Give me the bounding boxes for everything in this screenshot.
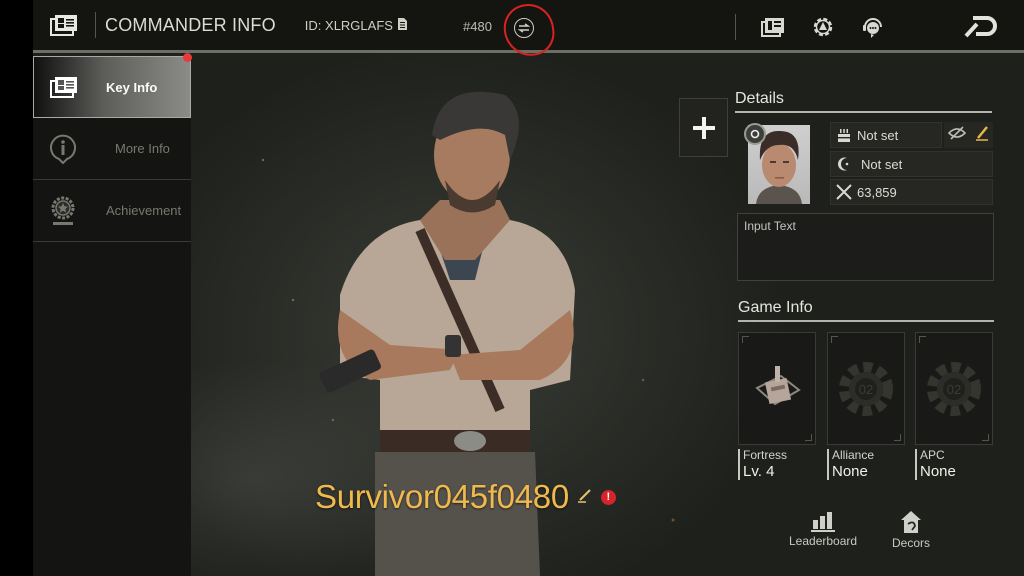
svg-text:02: 02 bbox=[947, 382, 961, 397]
leaderboard-icon bbox=[811, 512, 836, 532]
news-icon bbox=[761, 17, 784, 37]
tab-more-info[interactable]: More Info bbox=[33, 118, 191, 180]
fortress-icon bbox=[755, 365, 801, 405]
copy-icon[interactable] bbox=[397, 17, 408, 34]
zodiac-row: Not set bbox=[830, 151, 993, 177]
page-title: COMMANDER INFO bbox=[105, 14, 276, 35]
info-icon bbox=[33, 133, 93, 165]
support-button[interactable] bbox=[848, 7, 898, 47]
power-row: 63,859 bbox=[830, 179, 993, 205]
svg-text:02: 02 bbox=[859, 382, 873, 397]
header-bar: COMMANDER INFO ID: XLRGLAFS #480 bbox=[33, 0, 1024, 53]
tab-label: More Info bbox=[115, 141, 170, 156]
birthday-value: Not set bbox=[857, 127, 899, 143]
tab-label: Key Info bbox=[106, 79, 158, 95]
zodiac-value: Not set bbox=[861, 156, 903, 172]
game-info-rule bbox=[738, 320, 994, 322]
player-name: Survivor045f0480 bbox=[315, 478, 569, 515]
warning-icon[interactable]: ! bbox=[600, 489, 616, 505]
player-name-row: Survivor045f0480 ! bbox=[315, 478, 616, 516]
swap-server-icon[interactable] bbox=[514, 18, 534, 38]
alliance-label: Alliance bbox=[832, 448, 875, 462]
crossed-swords-icon bbox=[831, 183, 857, 201]
tab-label: Achievement bbox=[106, 203, 182, 218]
header-divider bbox=[95, 12, 96, 38]
birthday-row: Not set bbox=[830, 122, 942, 148]
edit-name-icon[interactable] bbox=[577, 487, 593, 508]
id-card-icon bbox=[34, 76, 94, 98]
back-button[interactable] bbox=[950, 7, 1010, 47]
alliance-card[interactable]: 02 bbox=[827, 332, 905, 445]
tab-key-info[interactable]: Key Info bbox=[33, 53, 192, 118]
bio-placeholder: Input Text bbox=[744, 219, 796, 233]
game-info-title: Game Info bbox=[738, 299, 813, 316]
support-icon bbox=[863, 17, 882, 38]
decors-icon bbox=[901, 511, 921, 533]
details-rule bbox=[735, 111, 992, 113]
leaderboard-label: Leaderboard bbox=[789, 534, 858, 548]
birthday-actions bbox=[944, 122, 993, 148]
apc-info: APC None bbox=[915, 448, 956, 481]
leaderboard-button[interactable]: Leaderboard bbox=[789, 510, 857, 548]
id-card-icon bbox=[33, 0, 95, 52]
settings-button[interactable] bbox=[798, 7, 848, 47]
back-icon bbox=[964, 15, 997, 37]
apc-card[interactable]: 02 bbox=[915, 332, 993, 445]
commander-id[interactable]: ID: XLRGLAFS bbox=[305, 17, 408, 34]
moon-icon bbox=[831, 156, 857, 172]
header-divider bbox=[735, 13, 736, 40]
medal-icon bbox=[33, 196, 93, 226]
server-number: #480 bbox=[463, 19, 492, 34]
hidden-eye-icon[interactable] bbox=[948, 125, 967, 145]
plus-icon bbox=[692, 116, 715, 139]
settings-icon bbox=[813, 17, 833, 36]
fortress-label: Fortress bbox=[743, 448, 788, 462]
fortress-info: Fortress Lv. 4 bbox=[738, 448, 788, 481]
power-value: 63,859 bbox=[857, 184, 897, 200]
apc-gear-icon: 02 bbox=[927, 361, 981, 416]
add-button[interactable] bbox=[679, 98, 728, 157]
fortress-value: Lv. 4 bbox=[743, 462, 775, 480]
alliance-info: Alliance None bbox=[827, 448, 875, 481]
news-button[interactable] bbox=[748, 7, 798, 47]
decors-button[interactable]: Decors bbox=[892, 510, 930, 550]
sidebar: Key Info More Info Achievement bbox=[33, 53, 192, 576]
edit-details-icon[interactable] bbox=[975, 125, 989, 146]
notification-dot bbox=[183, 53, 192, 62]
letterbox bbox=[0, 0, 33, 576]
apc-value: None bbox=[920, 462, 956, 480]
change-avatar-icon[interactable] bbox=[744, 123, 766, 145]
fortress-card[interactable] bbox=[738, 332, 816, 445]
cake-icon bbox=[831, 127, 857, 143]
commander-id-text: ID: XLRGLAFS bbox=[304, 17, 393, 33]
tab-achievement[interactable]: Achievement bbox=[33, 180, 191, 242]
decors-label: Decors bbox=[892, 536, 931, 550]
details-title: Details bbox=[735, 90, 784, 107]
apc-label: APC bbox=[920, 448, 945, 462]
alliance-gear-icon: 02 bbox=[839, 361, 893, 416]
header-actions bbox=[735, 0, 1024, 53]
alliance-value: None bbox=[832, 462, 868, 480]
bio-input[interactable]: Input Text bbox=[737, 213, 994, 281]
